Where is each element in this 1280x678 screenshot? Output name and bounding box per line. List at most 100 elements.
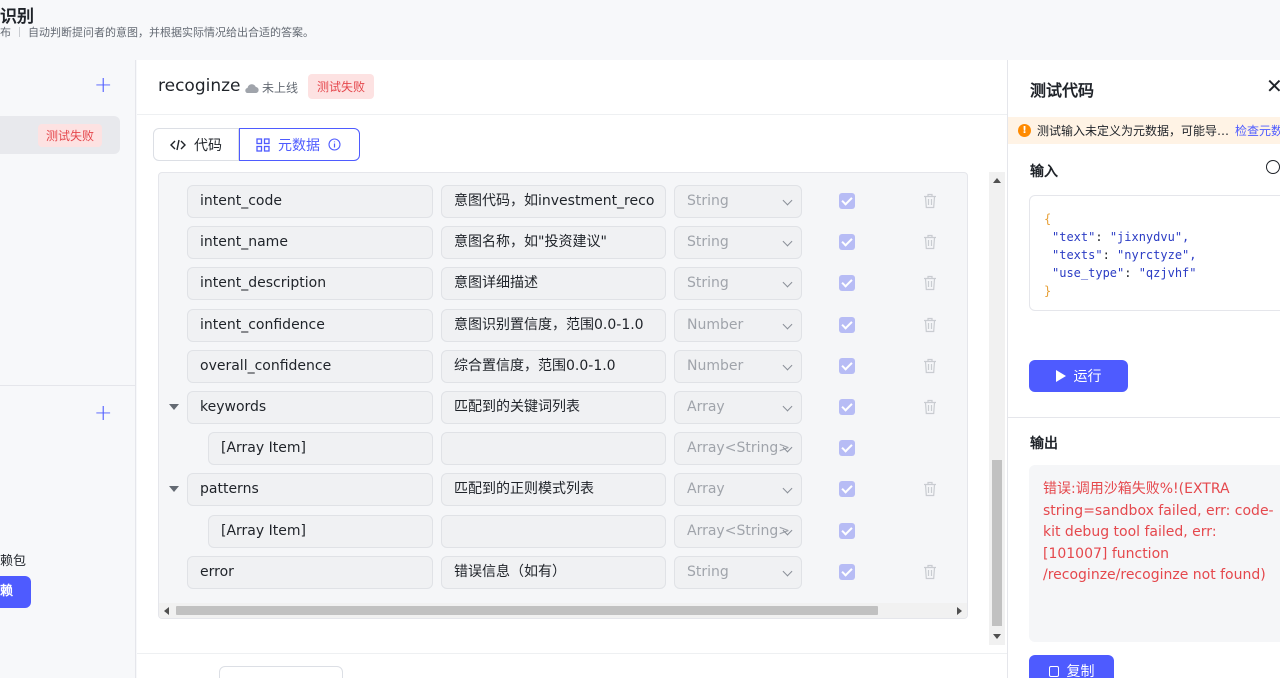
chevron-down-icon bbox=[782, 236, 793, 247]
chevron-down-icon bbox=[782, 195, 793, 206]
param-description-input[interactable] bbox=[441, 514, 666, 548]
param-description-input[interactable]: 意图详细描述 bbox=[441, 267, 666, 301]
required-checkbox[interactable] bbox=[839, 522, 855, 539]
close-icon[interactable]: ✕ bbox=[1266, 74, 1280, 98]
trash-icon[interactable] bbox=[923, 317, 937, 333]
chevron-down-icon bbox=[782, 483, 793, 494]
required-checkbox[interactable] bbox=[839, 193, 855, 209]
vertical-scrollbar[interactable] bbox=[989, 172, 1005, 645]
param-description-input[interactable]: 匹配到的关键词列表 bbox=[441, 391, 666, 424]
run-button[interactable]: 运行 bbox=[1029, 360, 1128, 392]
expand-caret-icon[interactable] bbox=[169, 404, 179, 410]
param-type-select[interactable]: Array<String> bbox=[674, 432, 802, 466]
code-icon bbox=[170, 139, 186, 150]
trash-icon[interactable] bbox=[923, 275, 937, 291]
copy-button-label: 复制 bbox=[1066, 664, 1095, 678]
copy-button[interactable]: 复制 bbox=[1029, 655, 1114, 678]
param-name-input[interactable]: overall_confidence bbox=[187, 349, 433, 383]
param-type-select[interactable]: String bbox=[674, 267, 802, 301]
info-icon[interactable] bbox=[328, 138, 341, 151]
trash-icon[interactable] bbox=[923, 358, 937, 374]
test-input-editor[interactable]: { "text": "jixnydvu", "texts": "nyrctyze… bbox=[1029, 195, 1280, 311]
footer-input[interactable] bbox=[219, 666, 343, 678]
required-checkbox[interactable] bbox=[839, 275, 855, 292]
param-type-value: Array bbox=[687, 399, 725, 415]
online-status: 未上线 bbox=[243, 79, 298, 96]
chevron-down-icon bbox=[782, 566, 793, 577]
required-checkbox[interactable] bbox=[839, 234, 855, 251]
scrollbar-thumb[interactable] bbox=[176, 606, 878, 615]
table-row: intent_description 意图详细描述 String bbox=[159, 267, 967, 301]
param-type-value: String bbox=[687, 234, 729, 251]
divider bbox=[1008, 417, 1280, 418]
param-description-input[interactable]: 意图名称，如"投资建议" bbox=[441, 226, 666, 260]
param-name-input[interactable]: [Array Item] bbox=[208, 432, 433, 466]
chevron-down-icon bbox=[782, 277, 793, 288]
add-dependency-plus-icon[interactable]: + bbox=[94, 403, 112, 425]
param-name-input[interactable]: patterns bbox=[187, 473, 433, 507]
required-checkbox[interactable] bbox=[839, 440, 855, 457]
copy-icon bbox=[1048, 665, 1059, 677]
param-type-select[interactable]: Array<String> bbox=[674, 514, 802, 548]
check-metadata-link[interactable]: 检查元数 bbox=[1235, 122, 1280, 139]
warning-banner: ! 测试输入未定义为元数据，可能导… 检查元数 bbox=[1008, 117, 1280, 144]
param-type-select[interactable]: String bbox=[674, 226, 802, 260]
scroll-up-icon[interactable] bbox=[993, 178, 1001, 183]
required-checkbox[interactable] bbox=[839, 357, 855, 374]
horizontal-scrollbar[interactable] bbox=[159, 603, 967, 618]
dependency-label: 赖包 bbox=[0, 554, 27, 569]
online-status-text: 未上线 bbox=[262, 81, 299, 95]
param-type-select[interactable]: String bbox=[674, 555, 802, 589]
required-checkbox[interactable] bbox=[839, 316, 855, 333]
param-type-select[interactable]: Array bbox=[674, 391, 802, 424]
json-line: "text": "jixnydvu", bbox=[1052, 230, 1190, 244]
param-name-input[interactable]: intent_confidence bbox=[187, 308, 433, 342]
warning-icon: ! bbox=[1018, 124, 1031, 137]
scroll-left-icon[interactable] bbox=[164, 607, 169, 615]
param-name-input[interactable]: intent_code bbox=[187, 185, 433, 218]
param-type-select[interactable]: Number bbox=[674, 308, 802, 342]
param-name-input[interactable]: error bbox=[187, 555, 433, 589]
trash-icon[interactable] bbox=[923, 234, 937, 250]
param-name-input[interactable]: intent_name bbox=[187, 226, 433, 260]
param-name-input[interactable]: intent_description bbox=[187, 267, 433, 301]
scroll-down-icon[interactable] bbox=[993, 634, 1001, 639]
play-icon bbox=[1055, 370, 1066, 382]
param-description-input[interactable]: 匹配到的正则模式列表 bbox=[441, 473, 666, 507]
required-checkbox[interactable] bbox=[839, 481, 855, 498]
param-description-input[interactable]: 意图代码，如investment_reco bbox=[441, 185, 666, 218]
scroll-right-icon[interactable] bbox=[957, 607, 962, 615]
param-description-input[interactable]: 综合置信度，范围0.0-1.0 bbox=[441, 349, 666, 383]
required-checkbox[interactable] bbox=[839, 563, 855, 580]
param-type-select[interactable]: String bbox=[674, 185, 802, 218]
trash-icon[interactable] bbox=[923, 481, 937, 497]
tab-metadata[interactable]: 元数据 bbox=[239, 128, 360, 161]
test-status-badge: 测试失败 bbox=[308, 74, 375, 99]
param-description-input[interactable] bbox=[441, 432, 666, 466]
expand-caret-icon[interactable] bbox=[169, 486, 179, 493]
param-type-select[interactable]: Number bbox=[674, 349, 802, 383]
sidebar-item-recoginze[interactable]: 测试失败 bbox=[0, 116, 120, 154]
input-label: 输入 bbox=[1030, 164, 1058, 180]
param-name-input[interactable]: keywords bbox=[187, 391, 433, 424]
add-dependency-button[interactable]: 赖 bbox=[0, 576, 31, 608]
trash-icon[interactable] bbox=[923, 193, 937, 209]
param-type-value: Array bbox=[687, 481, 725, 498]
param-description-input[interactable]: 错误信息（如有） bbox=[441, 555, 666, 589]
json-line: "use_type": "qzjvhf" bbox=[1052, 266, 1197, 280]
required-checkbox[interactable] bbox=[839, 399, 855, 415]
status-badge: 测试失败 bbox=[38, 124, 103, 147]
tab-metadata-label: 元数据 bbox=[278, 137, 320, 154]
tab-code[interactable]: 代码 bbox=[153, 128, 239, 161]
ai-generate-icon[interactable] bbox=[1266, 160, 1280, 174]
param-type-select[interactable]: Array bbox=[674, 473, 802, 507]
trash-icon[interactable] bbox=[923, 399, 937, 415]
table-row: patterns 匹配到的正则模式列表 Array bbox=[159, 473, 967, 507]
add-function-plus-icon[interactable]: + bbox=[94, 75, 112, 97]
table-row: intent_confidence 意图识别置信度，范围0.0-1.0 Number bbox=[159, 308, 967, 342]
trash-icon[interactable] bbox=[923, 564, 937, 580]
scrollbar-thumb[interactable] bbox=[992, 460, 1002, 626]
divider bbox=[0, 385, 136, 386]
param-name-input[interactable]: [Array Item] bbox=[208, 514, 433, 548]
param-description-input[interactable]: 意图识别置信度，范围0.0-1.0 bbox=[441, 308, 666, 342]
